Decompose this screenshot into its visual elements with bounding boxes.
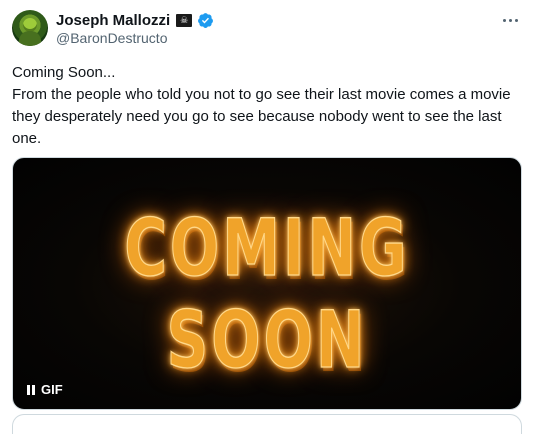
verified-badge-icon xyxy=(198,12,214,28)
more-dot xyxy=(508,18,512,22)
next-card-edge xyxy=(12,414,522,434)
pause-icon xyxy=(27,384,35,395)
author-name-row: Joseph Mallozzi ☠ xyxy=(56,10,214,30)
gif-media[interactable]: COMING SOON GIF xyxy=(12,157,522,410)
more-dot xyxy=(502,18,506,22)
gif-playback-control[interactable]: GIF xyxy=(27,382,63,397)
more-options-icon[interactable] xyxy=(498,10,522,30)
avatar-body-shape xyxy=(19,31,41,46)
avatar[interactable] xyxy=(12,10,48,46)
pirate-flag-icon: ☠ xyxy=(176,13,193,27)
more-dot xyxy=(514,18,518,22)
gif-badge-label: GIF xyxy=(41,382,63,397)
gif-marquee-title: COMING SOON xyxy=(124,202,410,387)
tweet-text: Coming Soon... From the people who told … xyxy=(12,64,511,147)
author-display-name[interactable]: Joseph Mallozzi xyxy=(56,12,170,29)
author-handle[interactable]: @BaronDestructo xyxy=(56,30,167,46)
avatar-head-shape xyxy=(23,18,37,32)
